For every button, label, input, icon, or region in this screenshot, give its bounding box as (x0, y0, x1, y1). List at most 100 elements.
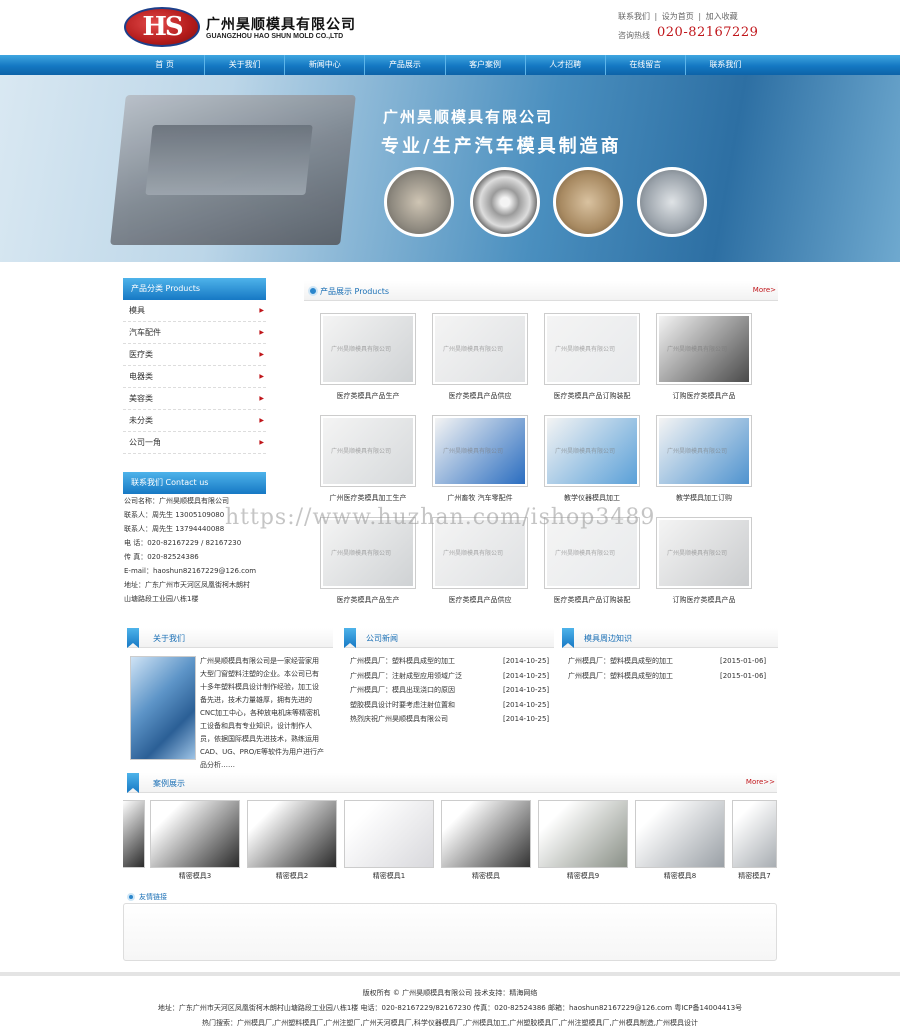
product-caption[interactable]: 教学仪器模具加工 (544, 493, 640, 503)
product-image[interactable]: 广州昊顺模具有限公司 (656, 415, 752, 487)
product-caption[interactable]: 医疗类模具产品生产 (320, 391, 416, 401)
product-card[interactable]: 广州昊顺模具有限公司医疗类模具产品订购装配 (544, 313, 640, 401)
nav-message[interactable]: 在线留言 (606, 55, 686, 75)
nav-cases[interactable]: 客户案例 (446, 55, 526, 75)
case-caption[interactable]: 精密模具3 (150, 871, 240, 881)
about-title[interactable]: 关于我们 (153, 633, 185, 644)
news-title[interactable]: 广州模具厂：塑料模具成型的加工 (568, 672, 673, 680)
product-caption[interactable]: 订购医疗类模具产品 (656, 391, 752, 401)
company-logo[interactable]: HS (124, 7, 200, 47)
case-image[interactable] (538, 800, 628, 868)
product-card[interactable]: 广州昊顺模具有限公司广州医疗类模具加工生产 (320, 415, 416, 503)
news-title[interactable]: 广州模具厂：模具出现浇口的原因 (350, 686, 455, 694)
news-item[interactable]: 广州模具厂：注射成型应用领域广泛 [2014-10-25] (350, 669, 550, 684)
product-card[interactable]: 广州昊顺模具有限公司教学仪器模具加工 (544, 415, 640, 503)
category-item[interactable]: 未分类 ▶ (123, 410, 266, 432)
category-item[interactable]: 医疗类 ▶ (123, 344, 266, 366)
case-card[interactable]: 精密模具2 (247, 800, 337, 881)
case-caption[interactable]: 精密模具9 (538, 871, 628, 881)
case-card[interactable]: 精密模具9 (538, 800, 628, 881)
product-image[interactable]: 广州昊顺模具有限公司 (544, 313, 640, 385)
case-caption[interactable]: 精密模具 (441, 871, 531, 881)
category-item[interactable]: 美容类 ▶ (123, 388, 266, 410)
product-card[interactable]: 广州昊顺模具有限公司教学模具加工订购 (656, 415, 752, 503)
product-caption[interactable]: 医疗类模具产品供应 (432, 391, 528, 401)
product-image[interactable]: 广州昊顺模具有限公司 (656, 517, 752, 589)
case-image-partial[interactable] (123, 800, 145, 868)
news-item[interactable]: 广州模具厂：塑料模具成型的加工 [2015-01-06] (568, 654, 768, 669)
product-image[interactable]: 广州昊顺模具有限公司 (432, 313, 528, 385)
case-image[interactable] (247, 800, 337, 868)
product-image[interactable]: 广州昊顺模具有限公司 (320, 313, 416, 385)
case-image[interactable] (732, 800, 777, 868)
product-caption[interactable]: 医疗类模具产品供应 (432, 595, 528, 605)
product-caption[interactable]: 医疗类模具产品生产 (320, 595, 416, 605)
category-item[interactable]: 模具 ▶ (123, 300, 266, 322)
product-image[interactable]: 广州昊顺模具有限公司 (656, 313, 752, 385)
news-title[interactable]: 公司新闻 (366, 633, 398, 644)
case-caption[interactable]: 精密模具8 (635, 871, 725, 881)
news-title[interactable]: 广州模具厂：塑料模具成型的加工 (350, 657, 455, 665)
products-more-link[interactable]: More> (753, 286, 776, 294)
cases-title[interactable]: 案例展示 (153, 778, 185, 789)
case-card[interactable]: 精密模具3 (150, 800, 240, 881)
nav-news[interactable]: 新闻中心 (285, 55, 366, 75)
category-item[interactable]: 公司一角 ▶ (123, 432, 266, 454)
product-image[interactable]: 广州昊顺模具有限公司 (432, 415, 528, 487)
news-item[interactable]: 广州模具厂：塑料模具成型的加工 [2015-01-06] (568, 669, 768, 684)
nav-home[interactable]: 首 页 (125, 55, 206, 75)
case-caption[interactable]: 精密模具7 (732, 871, 777, 881)
nav-about[interactable]: 关于我们 (205, 55, 286, 75)
case-card[interactable]: 精密模具 (441, 800, 531, 881)
news-item[interactable]: 广州模具厂：塑料模具成型的加工 [2014-10-25] (350, 654, 550, 669)
news-item[interactable]: 热烈庆祝广州昊顺模具有限公司 [2014-10-25] (350, 712, 550, 727)
case-card[interactable]: 精密模具7 (732, 800, 777, 881)
product-card[interactable]: 广州昊顺模具有限公司订购医疗类模具产品 (656, 517, 752, 605)
product-caption[interactable]: 医疗类模具产品订购装配 (544, 391, 640, 401)
news-title[interactable]: 热烈庆祝广州昊顺模具有限公司 (350, 715, 448, 723)
image-watermark: 广州昊顺模具有限公司 (443, 550, 504, 557)
set-homepage-link[interactable]: 设为首页 (662, 12, 694, 21)
product-card[interactable]: 广州昊顺模具有限公司医疗类模具产品生产 (320, 313, 416, 401)
case-card[interactable]: 精密模具8 (635, 800, 725, 881)
add-favorite-link[interactable]: 加入收藏 (706, 12, 738, 21)
category-item[interactable]: 汽车配件 ▶ (123, 322, 266, 344)
case-image[interactable] (344, 800, 434, 868)
case-caption[interactable]: 精密模具2 (247, 871, 337, 881)
product-image[interactable]: 广州昊顺模具有限公司 (544, 415, 640, 487)
case-card[interactable]: 精密模具1 (344, 800, 434, 881)
contact-line: 地址：广东广州市天河区凤凰街柯木朗村 (124, 581, 250, 589)
news-date: [2015-01-06] (720, 657, 767, 665)
news-title[interactable]: 塑胶模具设计时要考虑注射位置和 (350, 701, 455, 709)
product-card[interactable]: 广州昊顺模具有限公司 医疗类模具产品生产 (320, 517, 416, 605)
nav-jobs[interactable]: 人才招聘 (526, 55, 606, 75)
product-card[interactable]: 广州昊顺模具有限公司医疗类模具产品供应 (432, 313, 528, 401)
category-item[interactable]: 电器类 ▶ (123, 366, 266, 388)
product-caption[interactable]: 医疗类模具产品订购装配 (544, 595, 640, 605)
banner-product-image (553, 167, 623, 237)
product-card[interactable]: 广州昊顺模具有限公司广州畜牧 汽车零配件 (432, 415, 528, 503)
nav-contact[interactable]: 联系我们 (686, 55, 765, 75)
product-card[interactable]: 广州昊顺模具有限公司订购医疗类模具产品 (656, 313, 752, 401)
nav-products[interactable]: 产品展示 (365, 55, 446, 75)
news-title[interactable]: 广州模具厂：注射成型应用领域广泛 (350, 672, 462, 680)
case-image[interactable] (441, 800, 531, 868)
case-image[interactable] (635, 800, 725, 868)
product-caption[interactable]: 广州畜牧 汽车零配件 (432, 493, 528, 503)
cases-more-link[interactable]: More>> (746, 778, 775, 786)
news-item[interactable]: 塑胶模具设计时要考虑注射位置和 [2014-10-25] (350, 698, 550, 713)
contact-us-link[interactable]: 联系我们 (618, 12, 650, 21)
case-caption[interactable]: 精密模具1 (344, 871, 434, 881)
product-card[interactable]: 广州昊顺模具有限公司医疗类模具产品供应 (432, 517, 528, 605)
case-image[interactable] (150, 800, 240, 868)
product-image[interactable]: 广州昊顺模具有限公司 (320, 415, 416, 487)
product-caption[interactable]: 教学模具加工订购 (656, 493, 752, 503)
knowledge-title[interactable]: 模具周边知识 (584, 633, 632, 644)
product-caption[interactable]: 订购医疗类模具产品 (656, 595, 752, 605)
news-item[interactable]: 广州模具厂：模具出现浇口的原因 [2014-10-25] (350, 683, 550, 698)
product-card[interactable]: 广州昊顺模具有限公司 医疗类模具产品订购装配 (544, 517, 640, 605)
news-title[interactable]: 广州模具厂：塑料模具成型的加工 (568, 657, 673, 665)
banner-company: 广州昊顺模具有限公司 (383, 108, 554, 126)
product-caption[interactable]: 广州医疗类模具加工生产 (320, 493, 416, 503)
hotline-number: 020-82167229 (657, 25, 759, 40)
